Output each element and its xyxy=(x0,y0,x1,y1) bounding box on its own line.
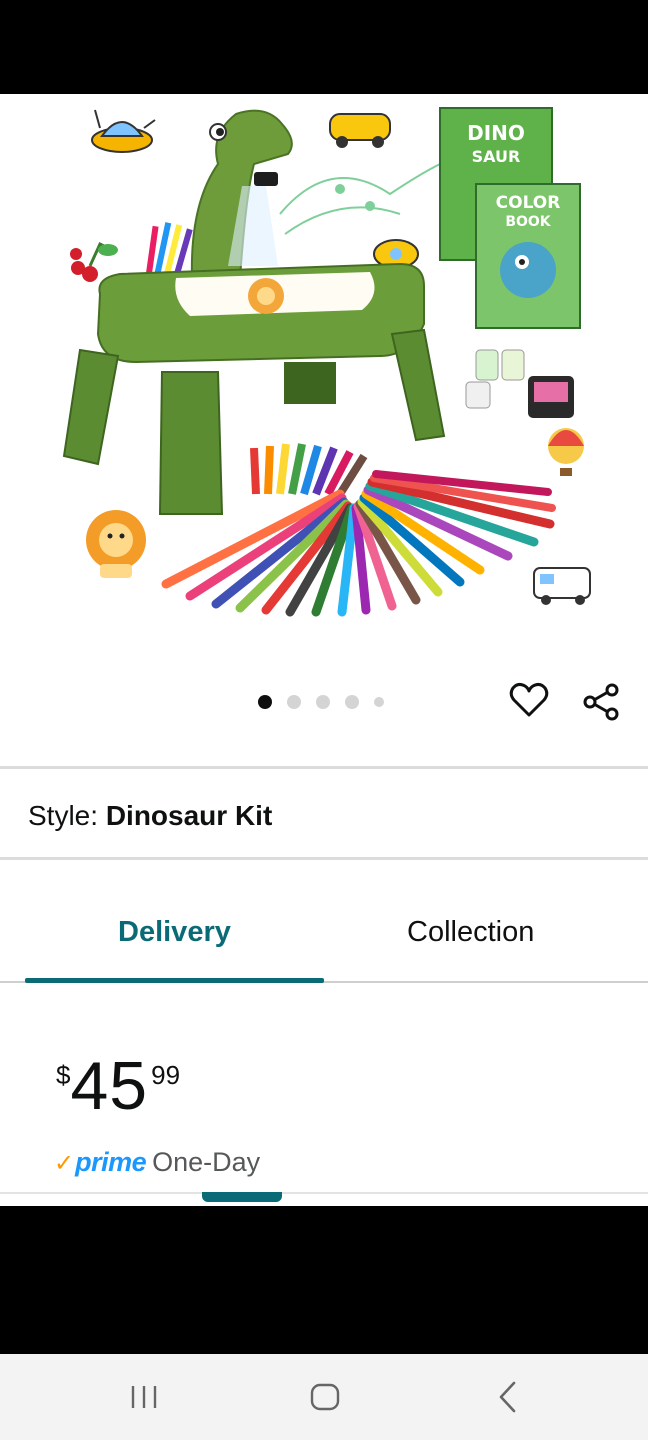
product-image[interactable]: DINO SAUR COLOR BOOK xyxy=(40,94,610,624)
book-saur-text: SAUR xyxy=(472,147,521,166)
tab-delivery[interactable]: Delivery xyxy=(118,916,231,949)
home-icon xyxy=(310,1383,340,1411)
style-value: Dinosaur Kit xyxy=(105,800,273,831)
share-button[interactable] xyxy=(579,680,623,724)
carousel-dot[interactable] xyxy=(316,695,330,709)
back-button[interactable] xyxy=(483,1374,533,1420)
system-nav-bar xyxy=(0,1354,648,1440)
prime-check-icon: ✓ xyxy=(54,1150,75,1177)
status-bar-area xyxy=(0,0,648,94)
carousel-dot-active[interactable] xyxy=(258,695,272,709)
carousel-dots[interactable] xyxy=(258,694,384,710)
crayon-fan xyxy=(250,443,368,497)
divider xyxy=(0,857,648,860)
product-page: DINO SAUR COLOR BOOK Style: Dinosaur Kit… xyxy=(0,94,648,1206)
scroll-handle[interactable] xyxy=(202,1192,282,1202)
price-fraction: 99 xyxy=(151,1060,181,1090)
tab-selected-indicator xyxy=(25,978,324,983)
lion-sticker xyxy=(86,510,146,578)
lion-drawing xyxy=(248,278,284,314)
ufo-sticker xyxy=(91,109,156,153)
price-whole: 45 xyxy=(70,1048,149,1124)
sheet-edge xyxy=(0,1192,648,1194)
home-button[interactable] xyxy=(300,1374,350,1420)
carousel-dot[interactable] xyxy=(287,695,301,709)
dinosaur-projector xyxy=(190,109,293,279)
book-book-text: BOOK xyxy=(505,214,551,230)
recents-button[interactable] xyxy=(119,1374,169,1420)
coloring-books: DINO SAUR COLOR BOOK xyxy=(439,107,581,329)
carousel-dot[interactable] xyxy=(374,697,384,707)
marker-fan xyxy=(161,470,556,617)
prime-badge: ✓ prime One-Day xyxy=(54,1147,260,1178)
book-dino-text: DINO xyxy=(467,121,525,145)
van-sticker xyxy=(533,567,591,605)
racecar-sticker xyxy=(329,113,391,148)
tab-collection[interactable]: Collection xyxy=(407,916,534,949)
music-notes-decoration xyxy=(279,163,441,235)
share-icon xyxy=(583,683,619,721)
heart-icon xyxy=(509,682,549,717)
wishlist-button[interactable] xyxy=(507,678,551,722)
style-label: Style: xyxy=(28,800,99,831)
balloon-sticker xyxy=(548,428,584,476)
back-icon xyxy=(499,1381,516,1413)
letterbox-area xyxy=(0,1206,648,1354)
style-selector[interactable]: Style: Dinosaur Kit xyxy=(28,800,272,832)
price-currency: $ xyxy=(56,1060,71,1090)
divider xyxy=(0,766,648,769)
delivery-speed: One-Day xyxy=(152,1147,261,1177)
price: $ 45 99 xyxy=(56,1052,180,1120)
recents-icon xyxy=(131,1386,157,1408)
book-color-text: COLOR xyxy=(496,193,561,213)
stamp-set xyxy=(465,349,574,418)
prime-logo-text: prime xyxy=(75,1147,147,1177)
carousel-dot[interactable] xyxy=(345,695,359,709)
